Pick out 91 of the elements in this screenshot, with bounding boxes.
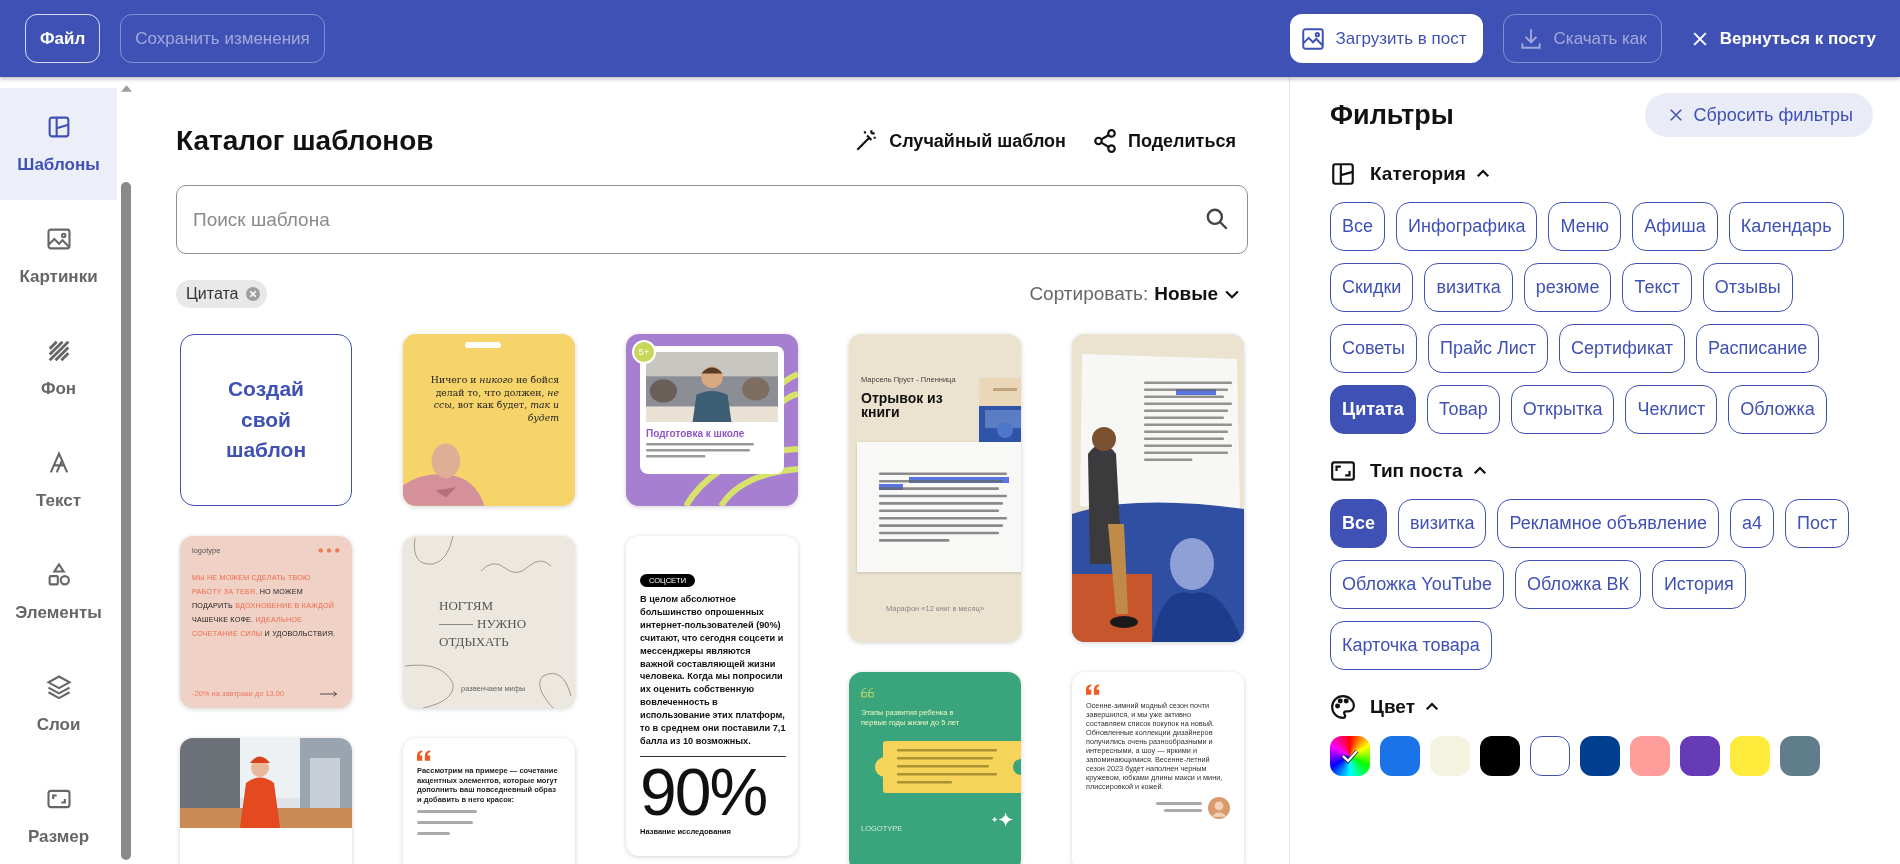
filter-chip[interactable]: Отзывы [1702,263,1793,312]
color-swatch[interactable] [1480,736,1520,776]
search-field[interactable]: Поиск шаблона [176,185,1248,254]
layers-icon [44,673,73,701]
filter-chip[interactable]: Меню [1548,202,1622,251]
filter-chip[interactable]: Все [1330,499,1388,548]
section-header[interactable]: Категория [1330,159,1492,189]
age-badge: 5+ [632,340,656,364]
headline-text: НОГТЯМ [439,598,494,614]
template-card[interactable]: Подготовка к школе 5+ [626,334,798,506]
scrollbar-thumb[interactable] [121,182,131,860]
color-swatch[interactable] [1530,736,1570,776]
card-title: Подготовка к школе [646,428,746,439]
filter-chip[interactable]: Все [1330,202,1386,251]
quote-text: Ничего и никого не бойся делай то, что должен, не ссы, вот как будет, так и будет [429,374,559,424]
sidebar-item[interactable]: Размер [0,760,117,864]
filter-chip[interactable]: Товар [1426,385,1500,434]
image-icon [1299,25,1326,52]
scroll-up-icon[interactable] [120,85,132,92]
filter-chip[interactable]: Прайс Лист [1427,324,1549,373]
palette-icon [1330,694,1356,720]
action-button[interactable]: Случайный шаблон [853,128,1066,154]
toolbar-button[interactable]: Вернуться к посту [1681,14,1876,63]
color-swatch[interactable] [1330,736,1370,776]
filter-chip[interactable]: резюме [1523,263,1612,312]
search-icon [1204,206,1230,232]
filter-chip[interactable]: Скидки [1330,263,1414,312]
filter-chip[interactable]: Чеклист [1625,385,1718,434]
section-header[interactable]: Цвет [1330,692,1441,722]
filter-chip[interactable]: Пост [1785,499,1850,548]
quote-icon [861,687,875,698]
action-button[interactable]: Поделиться [1091,128,1236,154]
resize-icon [1330,458,1356,484]
share-icon [1091,128,1118,154]
color-swatch[interactable] [1780,736,1820,776]
filter-chip[interactable]: Открытка [1510,385,1615,434]
sidebar-item[interactable]: Текст [0,424,117,536]
sidebar-item[interactable]: Фон [0,312,117,424]
sort-label: Сортировать: [1029,283,1149,305]
catalog-title: Каталог шаблонов [176,125,434,157]
filters-title: Фильтры [1330,99,1454,131]
color-swatch[interactable] [1580,736,1620,776]
card-title: Отрывок из книги [861,391,944,419]
filter-chip[interactable]: Карточка товара [1330,621,1492,670]
dots-drawing [318,548,340,553]
quote-icon [1086,684,1100,695]
avatar [1208,797,1230,819]
sidebar-item[interactable]: Шаблоны [0,88,117,200]
headline-text: НУЖНО [477,616,527,632]
template-card[interactable] [626,536,798,856]
reset-filters-button[interactable]: Сбросить фильтры [1645,93,1873,137]
filter-chip[interactable]: Цитата [1330,385,1416,434]
filter-chip[interactable]: Обложка ВК [1515,560,1641,609]
filter-chip[interactable]: Календарь [1728,202,1844,251]
headline-text: ОТДЫХАТЬ [439,634,510,650]
filter-chip[interactable]: Обложка YouTube [1330,560,1505,609]
quote-icon [417,750,431,761]
sort-dropdown[interactable]: Новые [1154,283,1242,305]
layout-icon [1330,161,1356,187]
arrow-icon [318,690,340,697]
color-swatch[interactable] [1630,736,1670,776]
filter-chip[interactable]: Афиша [1632,202,1718,251]
filter-chip[interactable]: а4 [1730,499,1775,548]
filter-chip[interactable]: Обложка [1728,385,1827,434]
color-swatch[interactable] [1680,736,1720,776]
template-card[interactable]: Ничего и никого не бойся делай то, что должен, не ссы, вот как будет, так и будет [403,334,575,506]
filter-chip[interactable]: Сертификат [1559,324,1686,373]
filter-chip[interactable]: визитка [1424,263,1513,312]
toolbar-button[interactable]: Загрузить в пост [1289,14,1483,63]
filter-chip[interactable]: Текст [1622,263,1692,312]
filter-chip[interactable]: визитка [1398,499,1487,548]
pill-shape [465,342,501,348]
sidebar-item[interactable]: Элементы [0,536,117,648]
color-swatch[interactable] [1380,736,1420,776]
color-swatch[interactable] [1730,736,1770,776]
sparkle-icon [991,812,1013,827]
filter-chip[interactable]: Инфографика [1396,202,1538,251]
percent-figure: 90% [640,756,767,827]
body-text: В целом абсолютное большинство опрошенных интернет-пользователей (90%) считают, что сегодня соцсети и мессенджеры являются важной составляющей жизни человека. Когда мы попросили их оценить собственную вовлеченность в использование этих платформ, то в среднем они поставили 7,1 балла из 10 возможных. [640,593,786,748]
filter-chip[interactable]: Советы [1330,324,1417,373]
filter-chip[interactable]: Расписание [1696,324,1820,373]
color-swatch[interactable] [1430,736,1470,776]
toolbar-button[interactable]: Файл [25,14,101,63]
sidebar-item[interactable]: Слои [0,648,117,760]
filter-chip[interactable]: Цитата [176,280,267,308]
sidebar-item[interactable]: Картинки [0,200,117,312]
create-template-button[interactable]: Создай свой шаблон [180,334,352,506]
filter-chip[interactable]: История [1651,560,1746,609]
section-header[interactable]: Тип поста [1330,456,1489,486]
remove-icon[interactable] [244,286,261,302]
filter-chip[interactable]: Рекламное объявление [1497,499,1720,548]
